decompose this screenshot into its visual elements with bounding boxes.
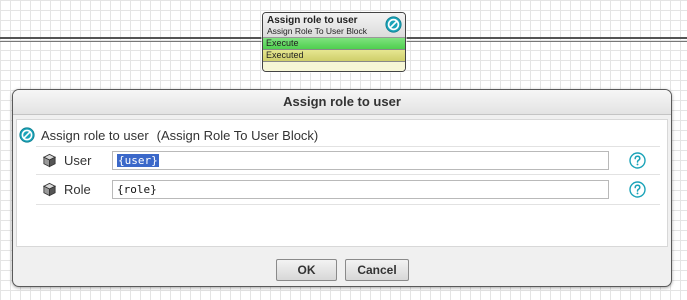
dialog-footer: OK Cancel [13, 255, 671, 281]
dialog-title: Assign role to user [13, 90, 671, 115]
flow-block-title: Assign role to user [267, 15, 358, 26]
param-row-user: User {user} [36, 146, 660, 175]
input-port-execute[interactable]: Execute [263, 38, 405, 50]
block-heading-name: Assign role to user [41, 127, 149, 143]
role-input[interactable]: {role} [112, 180, 609, 199]
param-label-user: User [64, 153, 92, 168]
help-icon[interactable] [629, 152, 646, 169]
cube-icon [42, 182, 57, 197]
flow-block-subtitle: Assign Role To User Block [267, 26, 367, 36]
role-assign-icon [19, 127, 35, 143]
user-input[interactable]: {user} [112, 151, 609, 170]
output-port-executed[interactable]: Executed [263, 50, 405, 62]
param-label-role: Role [64, 182, 91, 197]
role-assign-icon [385, 16, 402, 33]
cancel-button[interactable]: Cancel [345, 259, 409, 281]
flow-block-header: Assign role to user Assign Role To User … [263, 13, 405, 38]
dialog-body: Assign role to user (Assign Role To User… [16, 119, 668, 247]
block-heading: Assign role to user (Assign Role To User… [19, 126, 318, 144]
properties-dialog: Assign role to user Assign role to user … [12, 89, 672, 287]
ok-button[interactable]: OK [276, 259, 337, 281]
user-input-value: {user} [117, 154, 159, 167]
param-row-role: Role {role} [36, 176, 660, 205]
block-heading-type: (Assign Role To User Block) [156, 127, 319, 143]
cube-icon [42, 153, 57, 168]
flow-block-footer [263, 62, 405, 71]
flow-block[interactable]: Assign role to user Assign Role To User … [262, 12, 406, 72]
help-icon[interactable] [629, 181, 646, 198]
